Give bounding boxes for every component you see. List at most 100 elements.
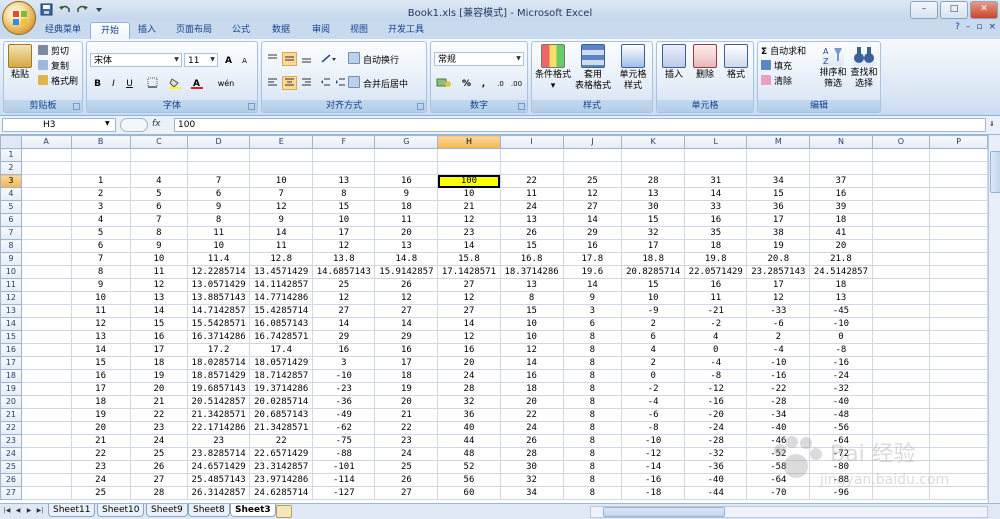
column-header-f[interactable]: F bbox=[312, 135, 376, 149]
cell-g27[interactable]: 27 bbox=[374, 486, 439, 500]
cell-f24[interactable]: -88 bbox=[312, 447, 376, 461]
cell-k6[interactable]: 15 bbox=[621, 213, 686, 227]
cell-l24[interactable]: -32 bbox=[684, 447, 748, 461]
first-sheet-icon[interactable]: |◀ bbox=[2, 506, 12, 516]
cell-i26[interactable]: 32 bbox=[499, 473, 564, 487]
clear-button[interactable]: 清除 bbox=[761, 75, 792, 89]
cell-c7[interactable]: 8 bbox=[129, 226, 189, 240]
percent-button[interactable]: % bbox=[459, 76, 474, 90]
row-header[interactable]: 12 bbox=[0, 291, 22, 305]
cell-h12[interactable]: 12 bbox=[437, 291, 501, 305]
cell-f16[interactable]: 16 bbox=[312, 343, 376, 357]
cell-g18[interactable]: 18 bbox=[374, 369, 439, 383]
cell-d12[interactable]: 13.8857143 bbox=[187, 291, 251, 305]
cell-d20[interactable]: 20.5142857 bbox=[187, 395, 251, 409]
row-header[interactable]: 27 bbox=[0, 486, 22, 500]
cell-h9[interactable]: 15.8 bbox=[437, 252, 501, 266]
align-middle-button[interactable] bbox=[282, 52, 297, 66]
name-box[interactable]: H3 bbox=[2, 118, 116, 132]
cell-m24[interactable]: -52 bbox=[746, 447, 811, 461]
cell-m6[interactable]: 17 bbox=[746, 213, 811, 227]
cell-b4[interactable]: 2 bbox=[70, 187, 131, 201]
cell-b12[interactable]: 10 bbox=[70, 291, 131, 305]
cell-g26[interactable]: 26 bbox=[374, 473, 439, 487]
cell-l5[interactable]: 33 bbox=[684, 200, 748, 214]
cell-p8[interactable] bbox=[929, 239, 988, 253]
cell-grid[interactable]: ABCDEFGHIJKLMNOP 1 2 3 1 4 7 10 13 16 100 22 25 28 31… bbox=[0, 135, 988, 500]
tab-insert[interactable]: 插入 bbox=[130, 22, 164, 39]
cell-i25[interactable]: 30 bbox=[499, 460, 564, 474]
cell-l8[interactable]: 18 bbox=[684, 239, 748, 253]
column-header-c[interactable]: C bbox=[129, 135, 189, 149]
cell-o10[interactable] bbox=[871, 265, 931, 279]
sheet-tab-sheet8[interactable]: Sheet8 bbox=[188, 504, 230, 517]
cell-f7[interactable]: 17 bbox=[312, 226, 376, 240]
cell-j4[interactable]: 12 bbox=[562, 187, 623, 201]
cell-d6[interactable]: 8 bbox=[187, 213, 251, 227]
cell-n12[interactable]: 13 bbox=[809, 291, 873, 305]
cell-h22[interactable]: 40 bbox=[437, 421, 501, 435]
border-button[interactable] bbox=[145, 76, 160, 90]
italic-button[interactable]: I bbox=[106, 76, 121, 90]
cell-e17[interactable]: 18.0571429 bbox=[249, 356, 314, 370]
cell-h8[interactable]: 14 bbox=[437, 239, 501, 253]
cell-d5[interactable]: 9 bbox=[187, 200, 251, 214]
cell-l16[interactable]: 0 bbox=[684, 343, 748, 357]
cell-l13[interactable]: -21 bbox=[684, 304, 748, 318]
ribbon-close-icon[interactable]: × bbox=[988, 22, 996, 32]
cell-f4[interactable]: 8 bbox=[312, 187, 376, 201]
cell-g7[interactable]: 20 bbox=[374, 226, 439, 240]
cell-n5[interactable]: 39 bbox=[809, 200, 873, 214]
cell-l1[interactable] bbox=[684, 148, 748, 162]
cell-n25[interactable]: -80 bbox=[809, 460, 873, 474]
cell-g12[interactable]: 12 bbox=[374, 291, 439, 305]
cell-p14[interactable] bbox=[929, 317, 988, 331]
cell-e4[interactable]: 7 bbox=[249, 187, 314, 201]
cell-f9[interactable]: 13.8 bbox=[312, 252, 376, 266]
cell-m25[interactable]: -58 bbox=[746, 460, 811, 474]
font-launcher-icon[interactable] bbox=[248, 103, 255, 110]
find-select-button[interactable]: 查找和 选择 bbox=[849, 44, 879, 90]
cell-p18[interactable] bbox=[929, 369, 988, 383]
cell-p5[interactable] bbox=[929, 200, 988, 214]
tab-page-layout[interactable]: 页面布局 bbox=[168, 22, 220, 39]
cell-d1[interactable] bbox=[187, 148, 251, 162]
cell-c27[interactable]: 28 bbox=[129, 486, 189, 500]
cell-h19[interactable]: 28 bbox=[437, 382, 501, 396]
vertical-scrollbar[interactable] bbox=[988, 135, 1000, 503]
cell-c12[interactable]: 13 bbox=[129, 291, 189, 305]
cell-m3[interactable]: 34 bbox=[746, 174, 811, 188]
cell-m23[interactable]: -46 bbox=[746, 434, 811, 448]
column-header-o[interactable]: O bbox=[871, 135, 931, 149]
cell-e11[interactable]: 14.1142857 bbox=[249, 278, 314, 292]
cell-l27[interactable]: -44 bbox=[684, 486, 748, 500]
cell-m14[interactable]: -6 bbox=[746, 317, 811, 331]
cell-a20[interactable] bbox=[20, 395, 72, 409]
align-top-button[interactable] bbox=[265, 52, 280, 66]
cell-n9[interactable]: 21.8 bbox=[809, 252, 873, 266]
row-header[interactable]: 21 bbox=[0, 408, 22, 422]
cell-i17[interactable]: 14 bbox=[499, 356, 564, 370]
cell-i9[interactable]: 16.8 bbox=[499, 252, 564, 266]
cell-b23[interactable]: 21 bbox=[70, 434, 131, 448]
cell-i2[interactable] bbox=[499, 161, 564, 175]
cell-f19[interactable]: -23 bbox=[312, 382, 376, 396]
cell-l12[interactable]: 11 bbox=[684, 291, 748, 305]
row-header[interactable]: 19 bbox=[0, 382, 22, 396]
cell-b9[interactable]: 7 bbox=[70, 252, 131, 266]
cell-d14[interactable]: 15.5428571 bbox=[187, 317, 251, 331]
cell-b7[interactable]: 5 bbox=[70, 226, 131, 240]
cell-h10[interactable]: 17.1428571 bbox=[437, 265, 501, 279]
cell-f11[interactable]: 25 bbox=[312, 278, 376, 292]
cell-j19[interactable]: 8 bbox=[562, 382, 623, 396]
cell-h4[interactable]: 10 bbox=[437, 187, 501, 201]
delete-cells-button[interactable]: 删除 bbox=[690, 44, 720, 81]
cell-j23[interactable]: 8 bbox=[562, 434, 623, 448]
cell-i11[interactable]: 13 bbox=[499, 278, 564, 292]
cell-h25[interactable]: 52 bbox=[437, 460, 501, 474]
cell-j27[interactable]: 8 bbox=[562, 486, 623, 500]
cell-n18[interactable]: -24 bbox=[809, 369, 873, 383]
cell-f8[interactable]: 12 bbox=[312, 239, 376, 253]
horizontal-scroll-thumb[interactable] bbox=[603, 507, 725, 517]
cell-e15[interactable]: 16.7428571 bbox=[249, 330, 314, 344]
